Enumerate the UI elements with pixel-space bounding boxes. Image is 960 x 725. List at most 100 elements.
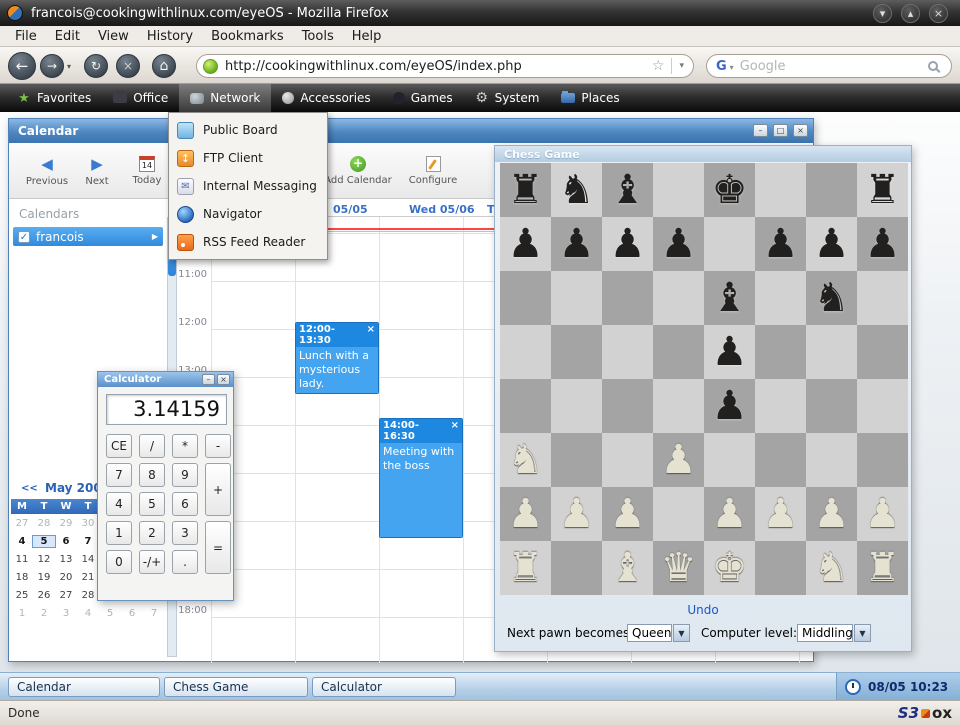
calc-button-CE[interactable]: CE: [106, 434, 132, 458]
mini-calendar-day[interactable]: 30: [77, 518, 99, 529]
chess-square-e2[interactable]: ♟: [704, 487, 755, 541]
chess-square-d8[interactable]: [653, 163, 704, 217]
chess-square-a7[interactable]: ♟: [500, 217, 551, 271]
url-dropdown-icon[interactable]: ▾: [671, 58, 684, 74]
chess-square-b6[interactable]: [551, 271, 602, 325]
chess-square-b7[interactable]: ♟: [551, 217, 602, 271]
chess-square-h1[interactable]: ♜: [857, 541, 908, 595]
calc-button-0[interactable]: 0: [106, 550, 132, 574]
calc-button-8[interactable]: 8: [139, 463, 165, 487]
chess-square-f6[interactable]: [755, 271, 806, 325]
chess-square-a1[interactable]: ♜: [500, 541, 551, 595]
chess-square-g8[interactable]: [806, 163, 857, 217]
calc-button-*[interactable]: *: [172, 434, 198, 458]
pawn-select-dropdown-icon[interactable]: ▼: [673, 624, 690, 642]
chess-square-f8[interactable]: [755, 163, 806, 217]
chess-square-c3[interactable]: [602, 433, 653, 487]
previous-month-link[interactable]: <<: [21, 483, 38, 494]
chess-square-c8[interactable]: ♝: [602, 163, 653, 217]
menu-item-help[interactable]: Help: [343, 29, 391, 44]
chess-square-g3[interactable]: [806, 433, 857, 487]
menu-item-file[interactable]: File: [6, 29, 46, 44]
chess-square-a5[interactable]: [500, 325, 551, 379]
mini-calendar-day[interactable]: 7: [143, 608, 165, 619]
chess-square-c1[interactable]: ♝: [602, 541, 653, 595]
chess-square-d6[interactable]: [653, 271, 704, 325]
menu-item-history[interactable]: History: [138, 29, 202, 44]
chess-square-d5[interactable]: [653, 325, 704, 379]
chess-square-f5[interactable]: [755, 325, 806, 379]
calc-button-/[interactable]: /: [139, 434, 165, 458]
calc-button-6[interactable]: 6: [172, 492, 198, 516]
calc-button-1[interactable]: 1: [106, 521, 132, 545]
search-bar[interactable]: G ▾ Google: [706, 54, 952, 78]
chess-square-e3[interactable]: [704, 433, 755, 487]
close-icon[interactable]: ×: [217, 374, 230, 385]
chess-square-g6[interactable]: ♞: [806, 271, 857, 325]
chess-square-f4[interactable]: [755, 379, 806, 433]
home-button[interactable]: ⌂: [152, 54, 176, 78]
window-maximize-button[interactable]: ▴: [901, 4, 920, 23]
chess-square-a6[interactable]: [500, 271, 551, 325]
chess-square-c6[interactable]: [602, 271, 653, 325]
calendar-event[interactable]: 14:00-16:30×Meeting with the boss: [379, 418, 463, 538]
chess-square-d1[interactable]: ♛: [653, 541, 704, 595]
chess-square-b5[interactable]: [551, 325, 602, 379]
mini-calendar-day[interactable]: 7: [77, 536, 99, 547]
chess-square-f7[interactable]: ♟: [755, 217, 806, 271]
calc-button--/+[interactable]: -/+: [139, 550, 165, 574]
mini-calendar-day[interactable]: 27: [11, 518, 33, 529]
menu-item-bookmarks[interactable]: Bookmarks: [202, 29, 293, 44]
eyeos-menu-system[interactable]: ⚙System: [464, 84, 551, 112]
mini-calendar-day[interactable]: 20: [55, 572, 77, 583]
minimize-icon[interactable]: –: [202, 374, 215, 385]
bookmark-star-icon[interactable]: ☆: [652, 58, 665, 74]
menu-item-view[interactable]: View: [89, 29, 138, 44]
chess-square-g5[interactable]: [806, 325, 857, 379]
window-minimize-button[interactable]: ▾: [873, 4, 892, 23]
level-select-dropdown-icon[interactable]: ▼: [854, 624, 871, 642]
search-input[interactable]: Google: [740, 59, 928, 74]
mini-calendar-day[interactable]: 2: [33, 608, 55, 619]
chess-square-d2[interactable]: [653, 487, 704, 541]
chess-square-a8[interactable]: ♜: [500, 163, 551, 217]
chess-square-c2[interactable]: ♟: [602, 487, 653, 541]
calc-button-=[interactable]: =: [205, 521, 231, 574]
calendar-event[interactable]: 12:00-13:30×Lunch with a mysterious lady…: [295, 322, 379, 394]
calc-button-9[interactable]: 9: [172, 463, 198, 487]
mini-calendar-day[interactable]: 18: [11, 572, 33, 583]
taskbar-button-chess-game[interactable]: Chess Game: [164, 677, 308, 697]
chess-square-h7[interactable]: ♟: [857, 217, 908, 271]
reload-button[interactable]: ↻: [84, 54, 108, 78]
chess-square-b8[interactable]: ♞: [551, 163, 602, 217]
menu-item-rss-feed-reader[interactable]: RSS Feed Reader: [169, 228, 327, 256]
mini-calendar-day[interactable]: 6: [55, 536, 77, 547]
chess-square-c7[interactable]: ♟: [602, 217, 653, 271]
eyeos-menu-favorites[interactable]: ★Favorites: [6, 84, 102, 112]
chess-square-f2[interactable]: ♟: [755, 487, 806, 541]
mini-calendar-day[interactable]: 5: [99, 608, 121, 619]
search-icon[interactable]: [928, 61, 938, 71]
menu-item-edit[interactable]: Edit: [46, 29, 89, 44]
mini-calendar-day[interactable]: 13: [55, 554, 77, 565]
chess-square-e8[interactable]: ♚: [704, 163, 755, 217]
chess-square-e7[interactable]: [704, 217, 755, 271]
calc-button-7[interactable]: 7: [106, 463, 132, 487]
chess-square-e5[interactable]: ♟: [704, 325, 755, 379]
chess-square-a4[interactable]: [500, 379, 551, 433]
chess-square-e1[interactable]: ♚: [704, 541, 755, 595]
menu-item-ftp-client[interactable]: ↕FTP Client: [169, 144, 327, 172]
taskbar-button-calculator[interactable]: Calculator: [312, 677, 456, 697]
mini-calendar-day[interactable]: 12: [33, 554, 55, 565]
chess-square-b1[interactable]: [551, 541, 602, 595]
chess-square-h8[interactable]: ♜: [857, 163, 908, 217]
mini-calendar-day[interactable]: 26: [33, 590, 55, 601]
chess-square-d4[interactable]: [653, 379, 704, 433]
eyeos-menu-network[interactable]: Network: [179, 84, 271, 112]
history-dropdown-icon[interactable]: ▾: [67, 62, 71, 71]
chess-square-f3[interactable]: [755, 433, 806, 487]
taskbar-button-calendar[interactable]: Calendar: [8, 677, 160, 697]
chess-square-e6[interactable]: ♝: [704, 271, 755, 325]
chess-square-b2[interactable]: ♟: [551, 487, 602, 541]
chess-square-h4[interactable]: [857, 379, 908, 433]
